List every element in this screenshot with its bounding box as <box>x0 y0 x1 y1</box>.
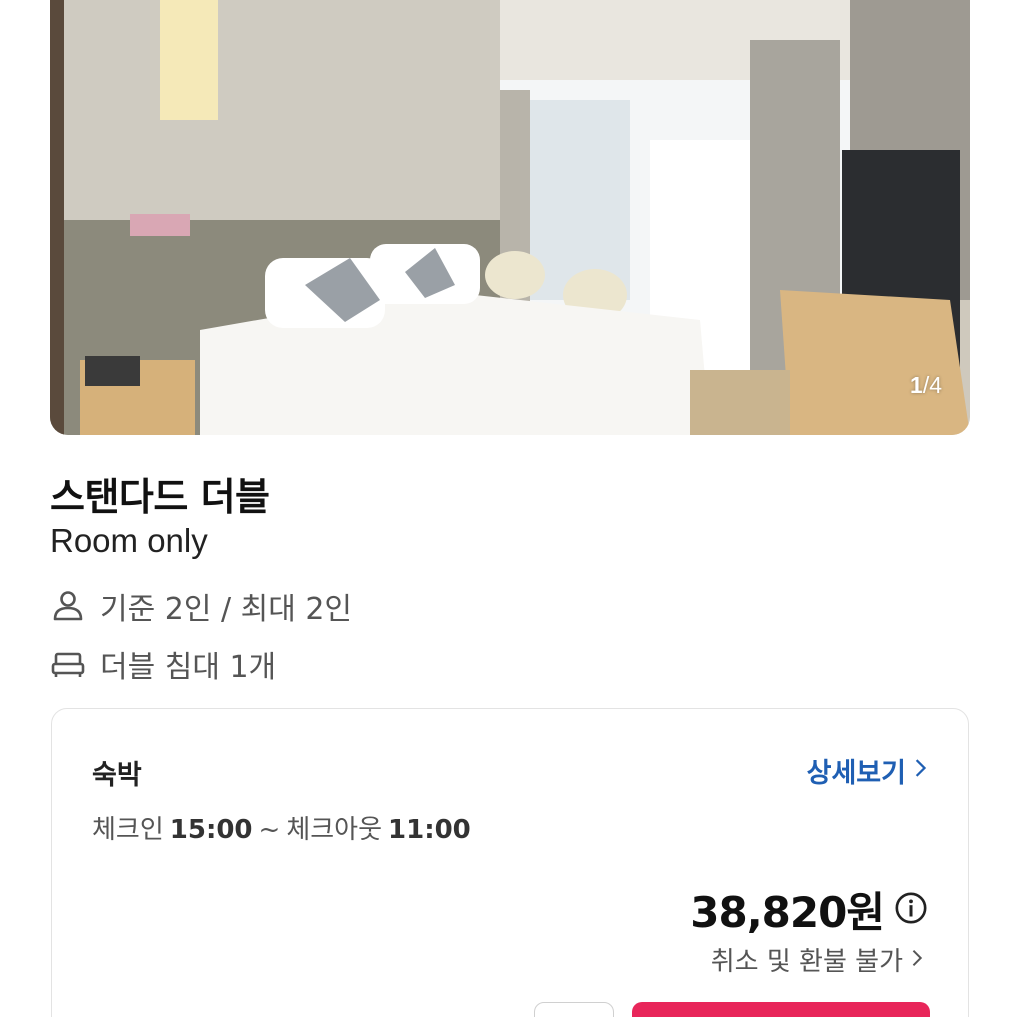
reserve-button[interactable] <box>632 1002 930 1017</box>
time-range-separator: ~ <box>258 815 281 845</box>
checkin-time: 15:00 <box>169 815 253 845</box>
room-photo[interactable]: 1/4 <box>50 0 970 435</box>
bed-row: 더블 침대 1개 <box>50 642 276 686</box>
person-icon <box>50 588 86 624</box>
room-name: 스탠다드 더블 <box>50 475 270 519</box>
chevron-right-icon <box>914 755 928 786</box>
capacity-text: 기준 2인 / 최대 2인 <box>100 592 353 627</box>
bed-text: 더블 침대 1개 <box>100 650 277 685</box>
gallery-current: 1 <box>910 372 923 398</box>
bed-icon <box>50 646 86 682</box>
gallery-counter: 1/4 <box>910 372 942 399</box>
stay-type: 숙박 <box>92 760 142 791</box>
cart-button[interactable] <box>534 1002 614 1017</box>
checkin-label: 체크인 <box>92 815 164 845</box>
price-row: 38,820원 <box>690 879 928 940</box>
info-icon[interactable] <box>894 891 928 929</box>
chevron-right-icon <box>911 945 924 975</box>
checkout-label: 체크아웃 <box>286 815 383 845</box>
gallery-total: 4 <box>929 372 942 398</box>
room-plan: Room only <box>50 522 208 559</box>
detail-link[interactable]: 상세보기 <box>807 751 928 790</box>
refund-policy-text: 취소 및 환불 불가 <box>710 947 903 977</box>
stay-option-card: 숙박 상세보기 체크인 15:00 ~ 체크아웃 11:00 38,820원 취… <box>51 708 969 1017</box>
price: 38,820원 <box>690 888 885 937</box>
refund-policy-link[interactable]: 취소 및 환불 불가 <box>711 941 924 978</box>
room-photo-image <box>50 0 970 435</box>
checkout-time: 11:00 <box>388 815 471 845</box>
detail-link-label: 상세보기 <box>806 758 906 789</box>
capacity-row: 기준 2인 / 최대 2인 <box>50 584 352 628</box>
checkin-checkout-times: 체크인 15:00 ~ 체크아웃 11:00 <box>92 809 471 846</box>
